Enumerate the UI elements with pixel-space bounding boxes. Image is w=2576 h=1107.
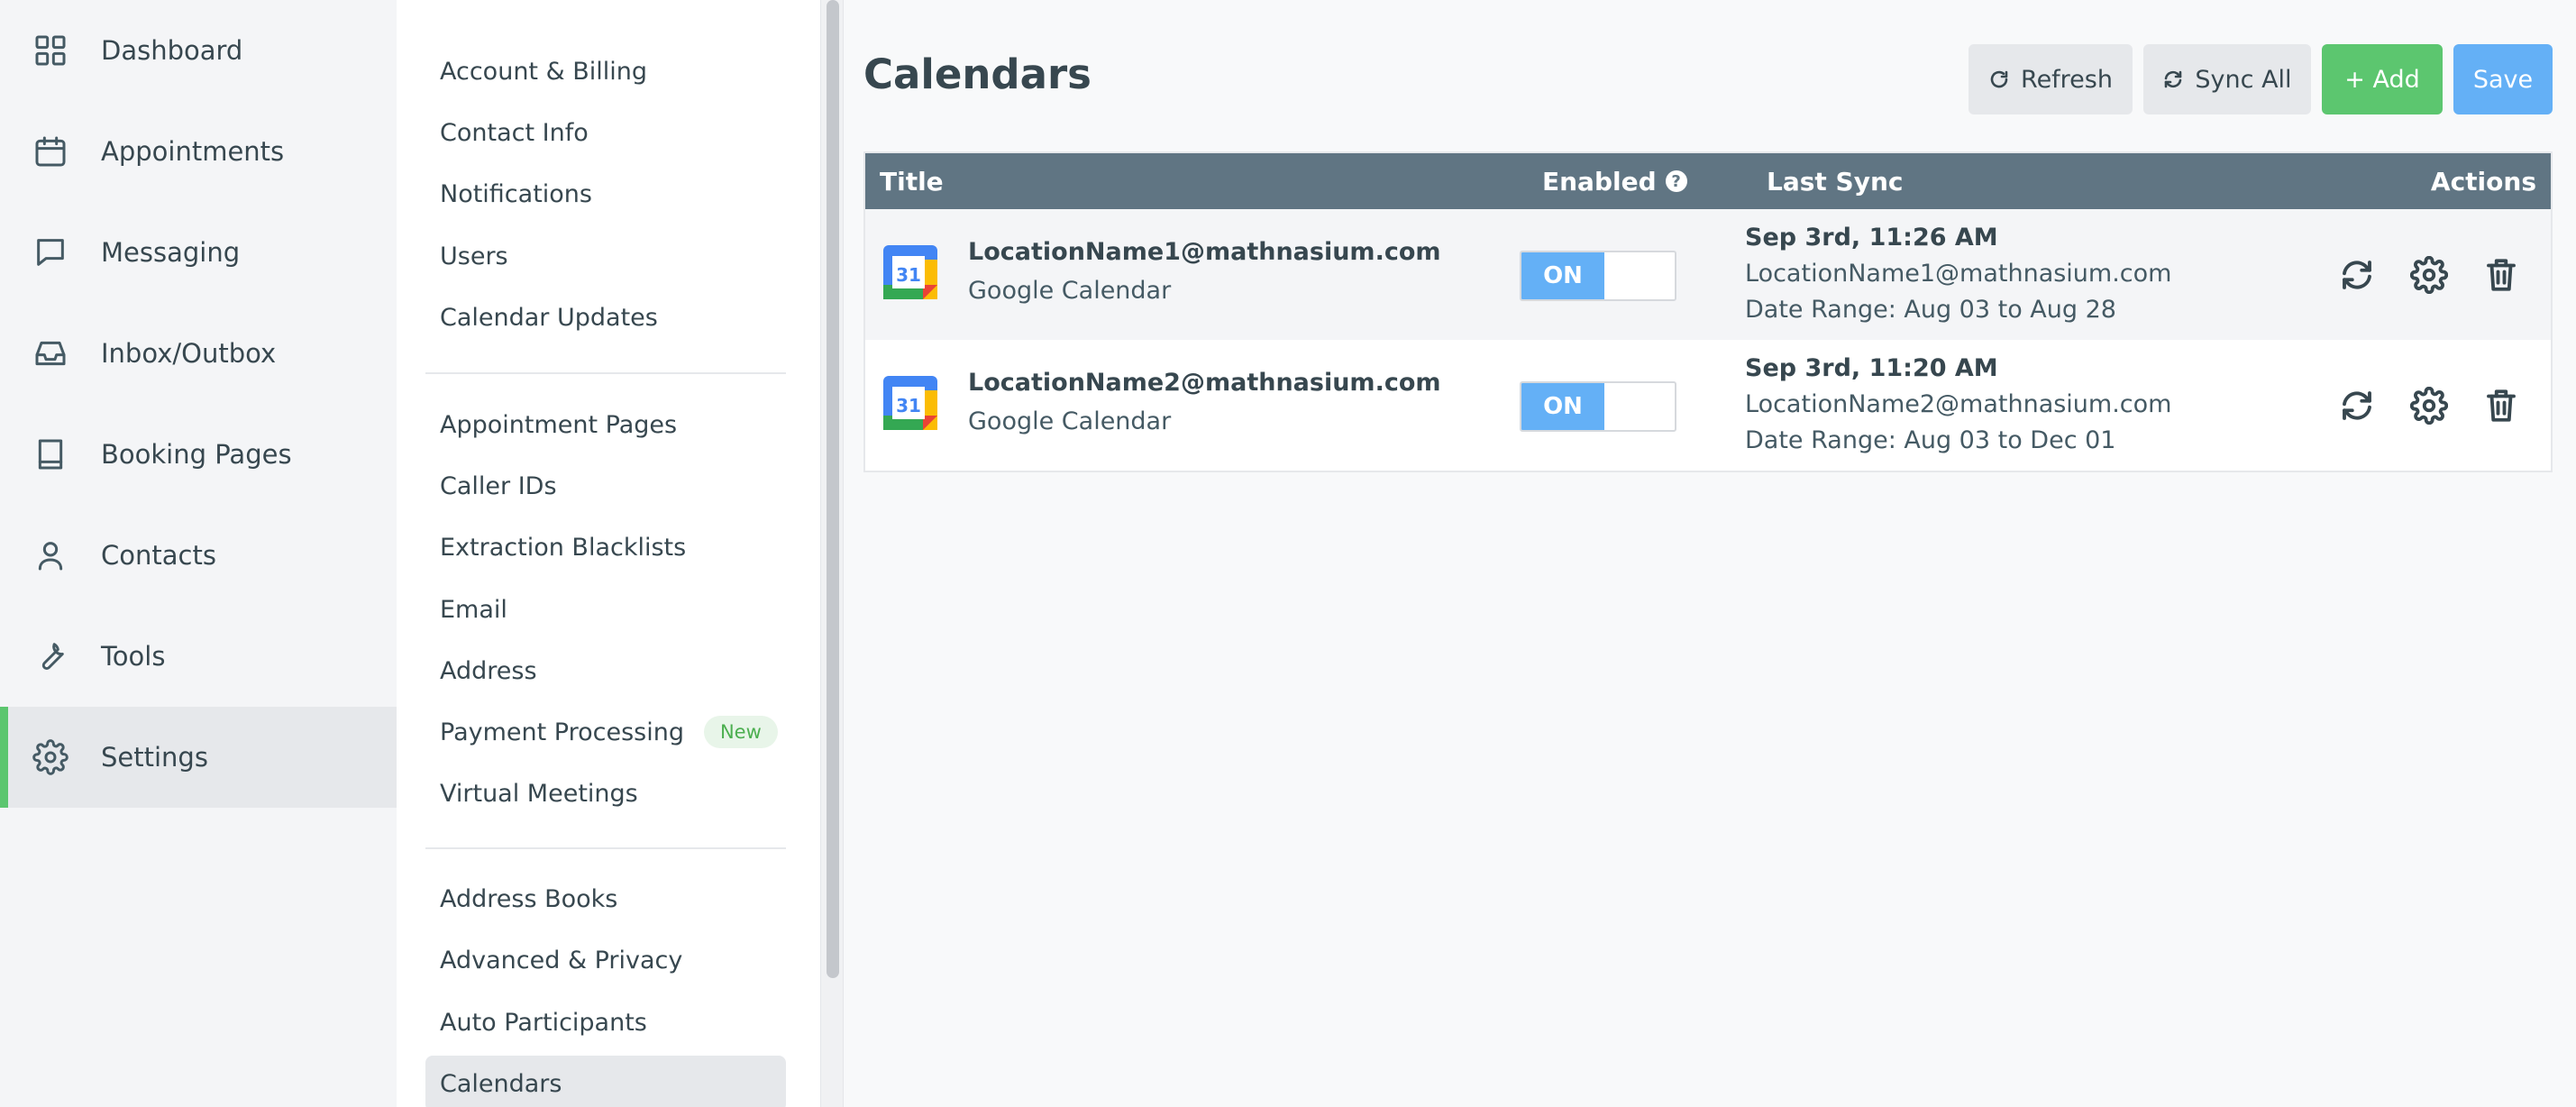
calendar-type: Google Calendar xyxy=(968,277,1172,305)
grid-icon xyxy=(31,31,70,70)
settings-row-button[interactable] xyxy=(2409,386,2449,425)
enabled-toggle[interactable]: ON xyxy=(1520,251,1676,301)
submenu-extraction-blacklists[interactable]: Extraction Blacklists xyxy=(425,519,786,575)
google-calendar-icon: 31 xyxy=(883,245,937,299)
col-last-sync: Last Sync xyxy=(1767,166,1904,197)
table-row: 31 LocationName1@mathnasium.com Google C… xyxy=(865,209,2551,340)
nav-item-dashboard[interactable]: Dashboard xyxy=(0,0,397,101)
book-icon xyxy=(31,435,70,474)
toggle-on-label: ON xyxy=(1521,383,1604,430)
submenu-email[interactable]: Email xyxy=(425,581,786,637)
page-title: Calendars xyxy=(863,50,1092,98)
add-button[interactable]: + Add xyxy=(2322,44,2443,114)
table-header: Title Enabled ? Last Sync Actions xyxy=(865,153,2551,209)
nav-label: Contacts xyxy=(101,540,216,571)
refresh-label: Refresh xyxy=(2021,65,2113,94)
table-row: 31 LocationName2@mathnasium.com Google C… xyxy=(865,340,2551,471)
help-icon[interactable]: ? xyxy=(1665,170,1687,192)
submenu-calendars[interactable]: Calendars xyxy=(425,1056,786,1107)
svg-text:31: 31 xyxy=(896,395,921,416)
gear-icon xyxy=(31,737,70,777)
sync-row-button[interactable] xyxy=(2338,256,2376,294)
nav-label: Tools xyxy=(101,641,166,672)
submenu-calendar-updates[interactable]: Calendar Updates xyxy=(425,289,786,345)
submenu-account-billing[interactable]: Account & Billing xyxy=(425,43,786,99)
chat-icon xyxy=(31,233,70,272)
col-enabled-label: Enabled xyxy=(1542,166,1657,197)
sync-all-button[interactable]: Sync All xyxy=(2143,44,2311,114)
enabled-toggle[interactable]: ON xyxy=(1520,381,1676,432)
nav-item-messaging[interactable]: Messaging xyxy=(0,202,397,303)
last-sync-date-range: Date Range: Aug 03 to Dec 01 xyxy=(1745,426,2116,454)
calendar-icon xyxy=(31,132,70,171)
sync-icon xyxy=(2165,70,2182,88)
nav-label: Settings xyxy=(101,742,208,773)
nav-item-tools[interactable]: Tools xyxy=(0,606,397,707)
submenu-notifications[interactable]: Notifications xyxy=(425,166,786,222)
last-sync-account: LocationName1@mathnasium.com xyxy=(1745,260,2172,288)
nav-item-appointments[interactable]: Appointments xyxy=(0,101,397,202)
submenu-address[interactable]: Address xyxy=(425,643,786,699)
submenu-divider xyxy=(425,372,786,374)
last-sync-date-range: Date Range: Aug 03 to Aug 28 xyxy=(1745,296,2116,324)
trash-icon xyxy=(2487,259,2516,291)
calendar-email: LocationName2@mathnasium.com xyxy=(968,369,1441,397)
submenu-contact-info[interactable]: Contact Info xyxy=(425,105,786,160)
user-icon xyxy=(31,535,70,575)
col-title: Title xyxy=(880,166,944,197)
col-enabled: Enabled ? xyxy=(1542,153,1687,209)
last-sync-account: LocationName2@mathnasium.com xyxy=(1745,390,2172,418)
calendar-type: Google Calendar xyxy=(968,407,1172,435)
save-button[interactable]: Save xyxy=(2453,44,2553,114)
last-sync-time: Sep 3rd, 11:20 AM xyxy=(1745,354,1998,382)
inbox-icon xyxy=(31,334,70,373)
nav-label: Messaging xyxy=(101,237,241,268)
calendar-email: LocationName1@mathnasium.com xyxy=(968,238,1441,266)
gear-icon xyxy=(2409,386,2449,425)
submenu-users[interactable]: Users xyxy=(425,228,786,284)
settings-submenu: Account & Billing Contact Info Notificat… xyxy=(397,0,820,1107)
trash-icon xyxy=(2487,389,2516,422)
nav-label: Dashboard xyxy=(101,35,243,66)
nav-label: Inbox/Outbox xyxy=(101,338,277,369)
submenu-payment-processing[interactable]: Payment Processing New xyxy=(425,704,786,760)
submenu-scrollbar[interactable] xyxy=(820,0,844,1107)
google-calendar-icon: 31 xyxy=(883,376,937,430)
submenu-caller-ids[interactable]: Caller IDs xyxy=(425,458,786,514)
sync-icon xyxy=(2343,391,2371,420)
nav-item-contacts[interactable]: Contacts xyxy=(0,505,397,606)
settings-row-button[interactable] xyxy=(2409,255,2449,295)
nav-item-booking-pages[interactable]: Booking Pages xyxy=(0,404,397,505)
sync-icon xyxy=(2343,261,2371,289)
scrollbar-thumb[interactable] xyxy=(827,0,839,978)
new-badge: New xyxy=(703,716,778,748)
col-actions: Actions xyxy=(2430,166,2536,197)
toggle-on-label: ON xyxy=(1521,252,1604,299)
submenu-virtual-meetings[interactable]: Virtual Meetings xyxy=(425,765,786,821)
refresh-icon xyxy=(1990,70,2008,88)
submenu-appointment-pages[interactable]: Appointment Pages xyxy=(425,397,786,453)
submenu-address-books[interactable]: Address Books xyxy=(425,871,786,927)
nav-label: Booking Pages xyxy=(101,439,292,470)
nav-item-settings[interactable]: Settings xyxy=(0,707,397,808)
submenu-advanced-privacy[interactable]: Advanced & Privacy xyxy=(425,932,786,988)
sync-row-button[interactable] xyxy=(2338,387,2376,425)
gear-icon xyxy=(2409,255,2449,295)
main-content: Calendars Refresh Sync All + Add Save Ti… xyxy=(844,0,2576,1107)
svg-text:31: 31 xyxy=(896,264,921,286)
wrench-icon xyxy=(31,636,70,676)
delete-row-button[interactable] xyxy=(2482,387,2520,425)
submenu-divider xyxy=(425,847,786,849)
submenu-label: Payment Processing xyxy=(440,718,684,746)
delete-row-button[interactable] xyxy=(2482,256,2520,294)
nav-item-inbox-outbox[interactable]: Inbox/Outbox xyxy=(0,303,397,404)
submenu-auto-participants[interactable]: Auto Participants xyxy=(425,994,786,1050)
nav-label: Appointments xyxy=(101,136,285,167)
sync-all-label: Sync All xyxy=(2195,65,2292,94)
last-sync-time: Sep 3rd, 11:26 AM xyxy=(1745,224,1998,252)
main-nav: Dashboard Appointments Messaging Inbox/O… xyxy=(0,0,397,1107)
refresh-button[interactable]: Refresh xyxy=(1969,44,2133,114)
calendars-table: Title Enabled ? Last Sync Actions 31 Loc… xyxy=(863,151,2553,472)
